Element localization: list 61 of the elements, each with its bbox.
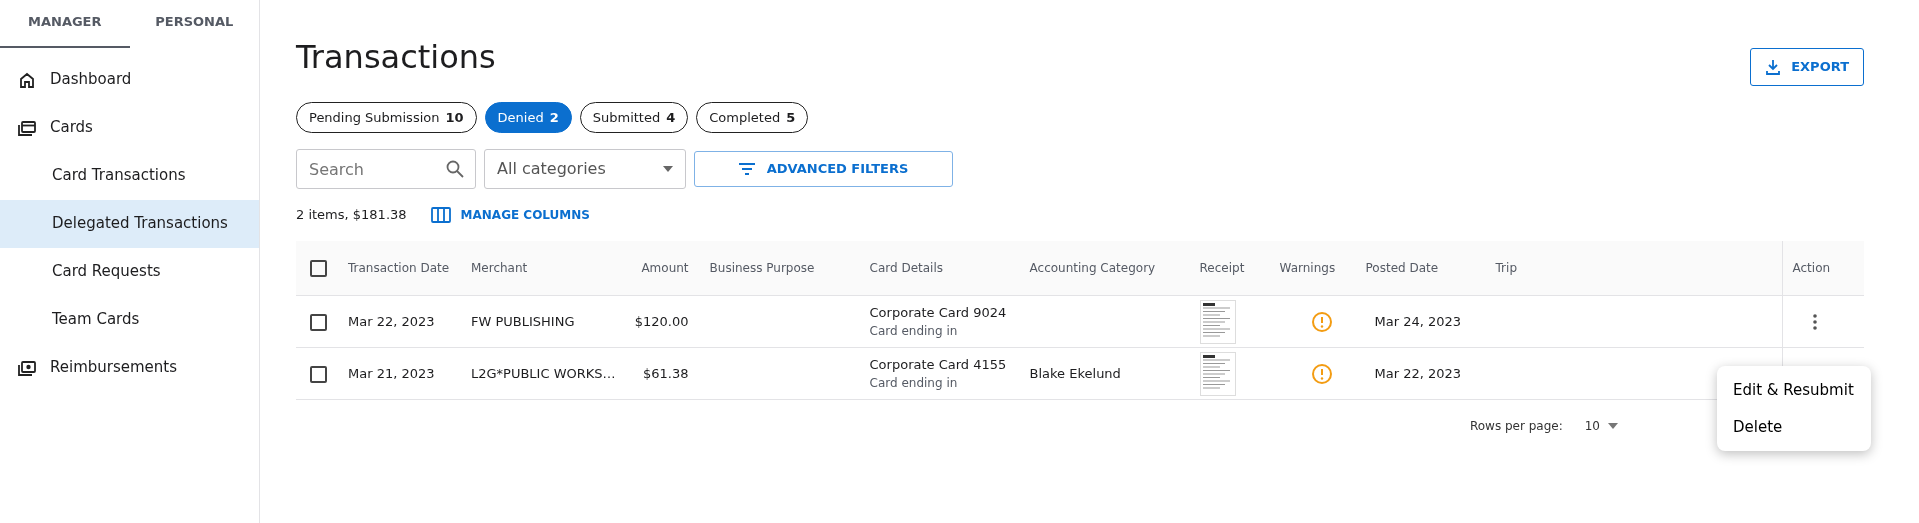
sidebar-item[interactable]: Delegated Transactions	[0, 199, 259, 248]
column-header: Amount	[641, 260, 689, 275]
table-cell-text: Card ending in	[869, 323, 959, 341]
caret-icon	[1608, 423, 1618, 429]
sidebar-tab[interactable]: MANAGER	[0, 0, 130, 48]
status-filter-chip[interactable]: Denied 2	[484, 101, 572, 133]
table-cell: Mar 22, 2023	[348, 313, 435, 329]
filter-icon	[738, 163, 755, 175]
sidebar-item[interactable]: Card Transactions	[0, 151, 259, 200]
table-cell: Mar 21, 2023	[348, 365, 435, 381]
cash-icon	[18, 358, 36, 377]
column-header: Warnings	[1279, 260, 1336, 275]
sidebar-item[interactable]: Team Cards	[0, 295, 259, 344]
column-header: Receipt	[1199, 260, 1245, 275]
menu-item[interactable]: Edit & Resubmit	[1717, 372, 1871, 409]
columns-icon	[430, 206, 451, 223]
sidebar-item[interactable]: Dashboard	[0, 55, 259, 104]
column-header: Trip	[1495, 260, 1517, 275]
column-header: Card Details	[869, 260, 944, 275]
column-header: Action	[1792, 260, 1831, 275]
table-cell: Blake Ekelund	[1029, 365, 1121, 381]
checkbox[interactable]	[309, 259, 327, 277]
column-header: Business Purpose	[709, 260, 815, 275]
advanced-filters-button[interactable]: ADVANCED FILTERS	[694, 151, 953, 187]
table-cell: L2G*PUBLIC WORKS…	[471, 365, 616, 381]
item-summary: 2 items, $181.38	[296, 206, 407, 224]
rows-per-page-select[interactable]: 10	[1578, 416, 1624, 436]
checkbox[interactable]	[309, 365, 327, 383]
search-icon	[446, 160, 464, 178]
status-filter-chip[interactable]: Submitted 4	[579, 101, 689, 133]
status-filter-chip[interactable]: Pending Submission 10	[296, 101, 477, 133]
table-cell-text: Card ending in	[869, 375, 959, 393]
home-icon	[18, 70, 36, 89]
sidebar-tab[interactable]: PERSONAL	[129, 0, 259, 48]
column-header: Accounting Category	[1029, 260, 1156, 275]
column-header: Posted Date	[1365, 260, 1439, 275]
sidebar-item[interactable]: Card Requests	[0, 247, 259, 296]
table-cell: $61.38	[643, 365, 689, 381]
kebab-icon	[1812, 314, 1817, 331]
table-cell: Mar 24, 2023	[1374, 313, 1462, 329]
table-cell-text: Corporate Card 9024	[869, 303, 1008, 322]
search-field[interactable]: Search	[296, 149, 476, 189]
page-title: Transactions	[296, 38, 496, 77]
column-header: Transaction Date	[348, 260, 450, 275]
table-cell-text: Corporate Card 4155	[869, 355, 1008, 374]
status-filter-chip[interactable]: Completed 5	[696, 101, 809, 133]
sidebar-item[interactable]: Reimbursements	[0, 343, 259, 392]
manage-columns-link[interactable]: MANAGE COLUMNS	[430, 205, 590, 224]
table-cell: FW PUBLISHING	[471, 313, 575, 329]
column-header: Merchant	[471, 260, 528, 275]
caret-icon	[663, 166, 673, 172]
table-cell: Mar 22, 2023	[1374, 365, 1462, 381]
table-cell: $120.00	[634, 313, 689, 329]
sidebar-item[interactable]: Cards	[0, 103, 259, 152]
cards-icon	[18, 118, 36, 137]
download-icon	[1765, 58, 1782, 75]
menu-item[interactable]: Delete	[1717, 408, 1871, 445]
checkbox[interactable]	[309, 313, 327, 331]
category-dropdown[interactable]: All categories	[484, 149, 686, 189]
rows-per-page-label: Rows per page:	[1469, 418, 1563, 435]
export-button[interactable]: EXPORT	[1750, 48, 1864, 86]
